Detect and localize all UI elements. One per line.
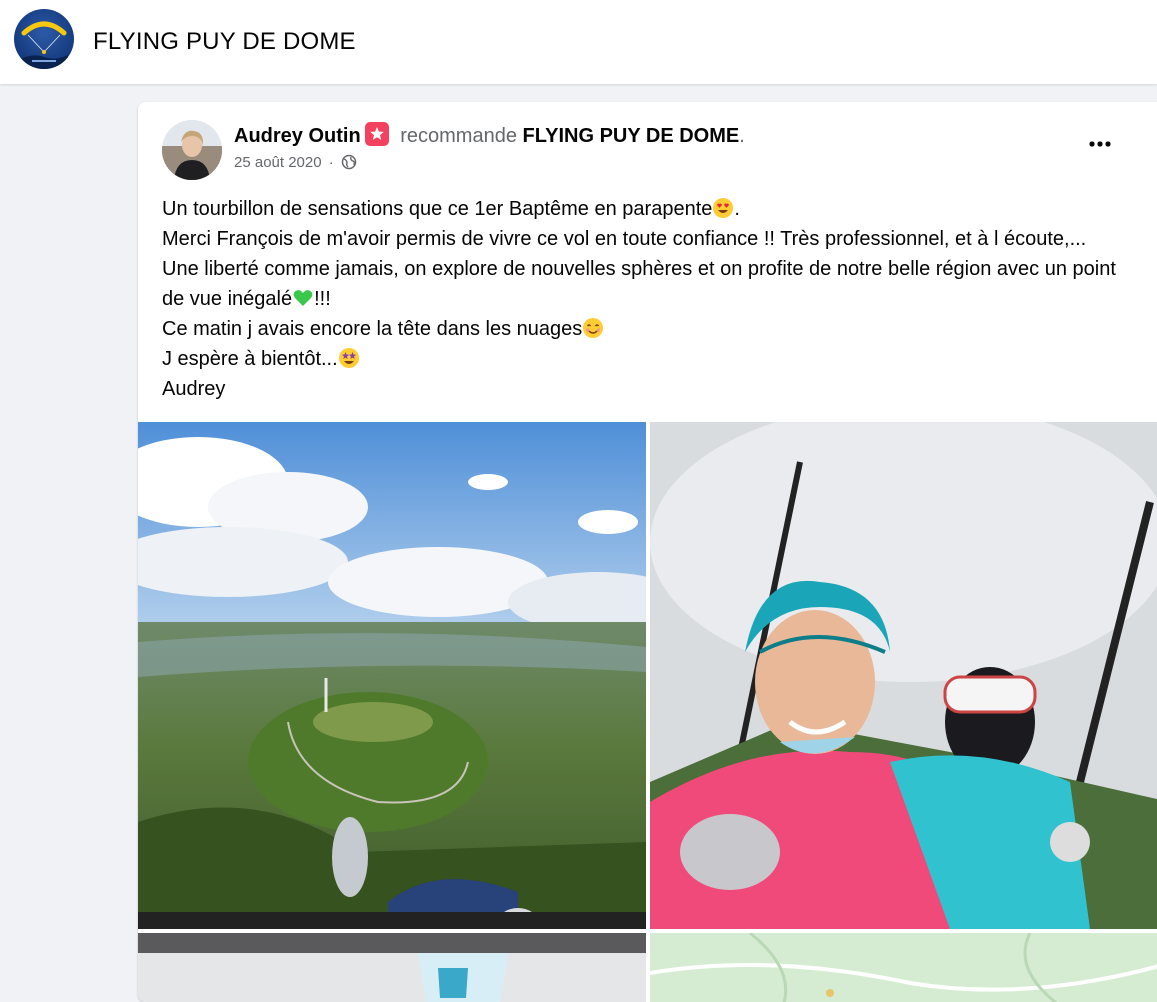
map-photo[interactable]	[650, 933, 1157, 1002]
sign-photo[interactable]	[138, 933, 646, 1002]
post-text: Un tourbillon de sensations que ce 1er B…	[162, 194, 1122, 404]
green-heart-emoji	[292, 287, 314, 309]
post-date[interactable]: 25 août 2020	[234, 154, 322, 171]
recommend-verb: recommande	[400, 125, 517, 147]
star-struck-emoji	[338, 347, 360, 369]
author-name[interactable]: Audrey Outin	[234, 125, 361, 147]
smiling-emoji	[582, 317, 604, 339]
text-line: J espère à bientôt...	[162, 344, 1122, 374]
meta-separator: ·	[328, 154, 334, 171]
post-meta: 25 août 2020 ·	[234, 154, 357, 174]
page-title[interactable]: FLYING PUY DE DOME	[93, 28, 356, 56]
header-period: .	[739, 125, 745, 147]
avatar[interactable]	[162, 120, 222, 180]
text-line: Un tourbillon de sensations que ce 1er B…	[162, 197, 740, 220]
recommendation-badge-icon	[364, 122, 389, 146]
paraglider-logo-icon[interactable]	[14, 9, 74, 69]
tandem-selfie-photo[interactable]	[650, 422, 1157, 929]
globe-icon[interactable]	[341, 154, 357, 174]
post-header: Audrey Outin recommande FLYING PUY DE DO…	[234, 122, 745, 148]
post-card: Audrey Outin recommande FLYING PUY DE DO…	[138, 102, 1157, 1002]
aerial-volcano-photo[interactable]	[138, 422, 646, 929]
page-header: FLYING PUY DE DOME	[0, 0, 1157, 84]
more-options-button[interactable]	[1082, 132, 1118, 156]
recommended-page-link[interactable]: FLYING PUY DE DOME	[523, 125, 740, 147]
text-line: Ce matin j avais encore la tête dans les…	[162, 314, 1122, 344]
text-line: Audrey	[162, 378, 226, 400]
heart-eyes-emoji	[712, 197, 734, 219]
text-line: Merci François de m'avoir permis de vivr…	[162, 228, 1116, 310]
